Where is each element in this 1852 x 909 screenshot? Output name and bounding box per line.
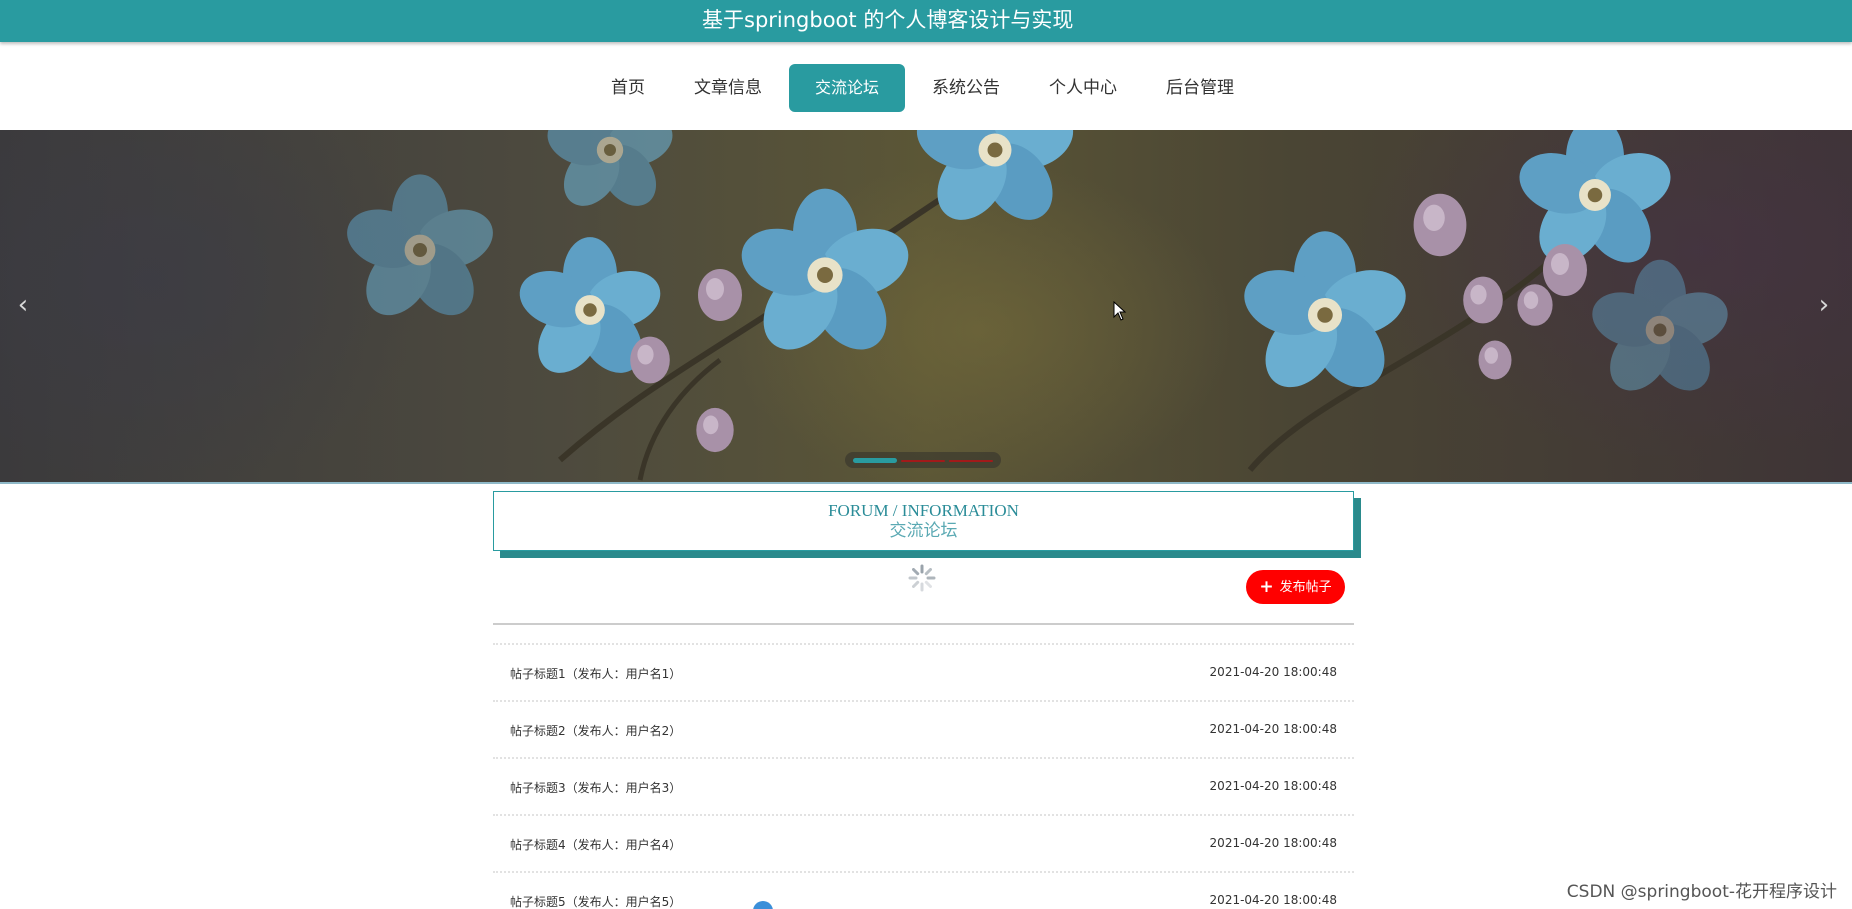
- site-title: 基于springboot 的个人博客设计与实现: [702, 8, 1074, 32]
- spinner-icon: [908, 564, 936, 592]
- post-title[interactable]: 帖子标题5（发布人：用户名5）: [510, 893, 681, 909]
- post-title[interactable]: 帖子标题1（发布人：用户名1）: [510, 665, 681, 682]
- post-time: 2021-04-20 18:00:48: [1209, 779, 1337, 793]
- section-title-en: FORUM / INFORMATION: [828, 501, 1019, 520]
- post-row[interactable]: 帖子标题2（发布人：用户名2） 2021-04-20 18:00:48: [493, 700, 1354, 757]
- chevron-right-icon: ›: [1818, 290, 1830, 320]
- publish-post-label: 发布帖子: [1279, 580, 1332, 595]
- nav-item-admin[interactable]: 后台管理: [1162, 64, 1238, 112]
- chevron-left-icon: ‹: [17, 290, 29, 320]
- post-time: 2021-04-20 18:00:48: [1209, 893, 1337, 907]
- nav-item-home[interactable]: 首页: [604, 64, 652, 112]
- title-bar: 基于springboot 的个人博客设计与实现: [0, 0, 1852, 42]
- post-row[interactable]: 帖子标题3（发布人：用户名3） 2021-04-20 18:00:48: [493, 757, 1354, 814]
- nav-item-forum[interactable]: 交流论坛: [789, 64, 905, 112]
- post-time: 2021-04-20 18:00:48: [1209, 836, 1337, 850]
- mouse-cursor-icon: [1113, 301, 1127, 321]
- main-nav: 首页 文章信息 交流论坛 系统公告 个人中心 后台管理: [0, 42, 1852, 130]
- post-title[interactable]: 帖子标题4（发布人：用户名4）: [510, 836, 681, 853]
- banner-carousel[interactable]: ‹ ›: [0, 130, 1852, 484]
- nav-item-profile[interactable]: 个人中心: [1045, 64, 1121, 112]
- plus-icon: +: [1259, 577, 1274, 597]
- banner-dot-1[interactable]: [853, 458, 897, 463]
- banner-dot-2[interactable]: [901, 460, 945, 462]
- section-header: FORUM / INFORMATION 交流论坛: [493, 491, 1354, 551]
- post-row[interactable]: 帖子标题1（发布人：用户名1） 2021-04-20 18:00:48: [493, 643, 1354, 700]
- nav-item-notices[interactable]: 系统公告: [928, 64, 1004, 112]
- post-title[interactable]: 帖子标题3（发布人：用户名3）: [510, 779, 681, 796]
- banner-image: [339, 130, 1735, 481]
- banner-indicators: [845, 452, 1001, 468]
- banner-next-button[interactable]: ›: [1809, 290, 1839, 320]
- nav-item-articles[interactable]: 文章信息: [690, 64, 766, 112]
- list-divider: [493, 623, 1354, 625]
- post-time: 2021-04-20 18:00:48: [1209, 722, 1337, 736]
- publish-post-button[interactable]: + 发布帖子: [1246, 570, 1345, 604]
- post-row[interactable]: 帖子标题5（发布人：用户名5） 2021-04-20 18:00:48: [493, 871, 1354, 909]
- banner-dot-3[interactable]: [949, 460, 993, 462]
- post-title[interactable]: 帖子标题2（发布人：用户名2）: [510, 722, 681, 739]
- watermark: CSDN @springboot-花开程序设计: [1566, 882, 1837, 902]
- post-time: 2021-04-20 18:00:48: [1209, 665, 1337, 679]
- post-row[interactable]: 帖子标题4（发布人：用户名4） 2021-04-20 18:00:48: [493, 814, 1354, 871]
- section-title-cn: 交流论坛: [889, 521, 958, 540]
- post-list: 帖子标题1（发布人：用户名1） 2021-04-20 18:00:48 帖子标题…: [493, 643, 1354, 909]
- page: 基于springboot 的个人博客设计与实现 首页 文章信息 交流论坛 系统公…: [0, 0, 1852, 909]
- banner-prev-button[interactable]: ‹: [8, 290, 38, 320]
